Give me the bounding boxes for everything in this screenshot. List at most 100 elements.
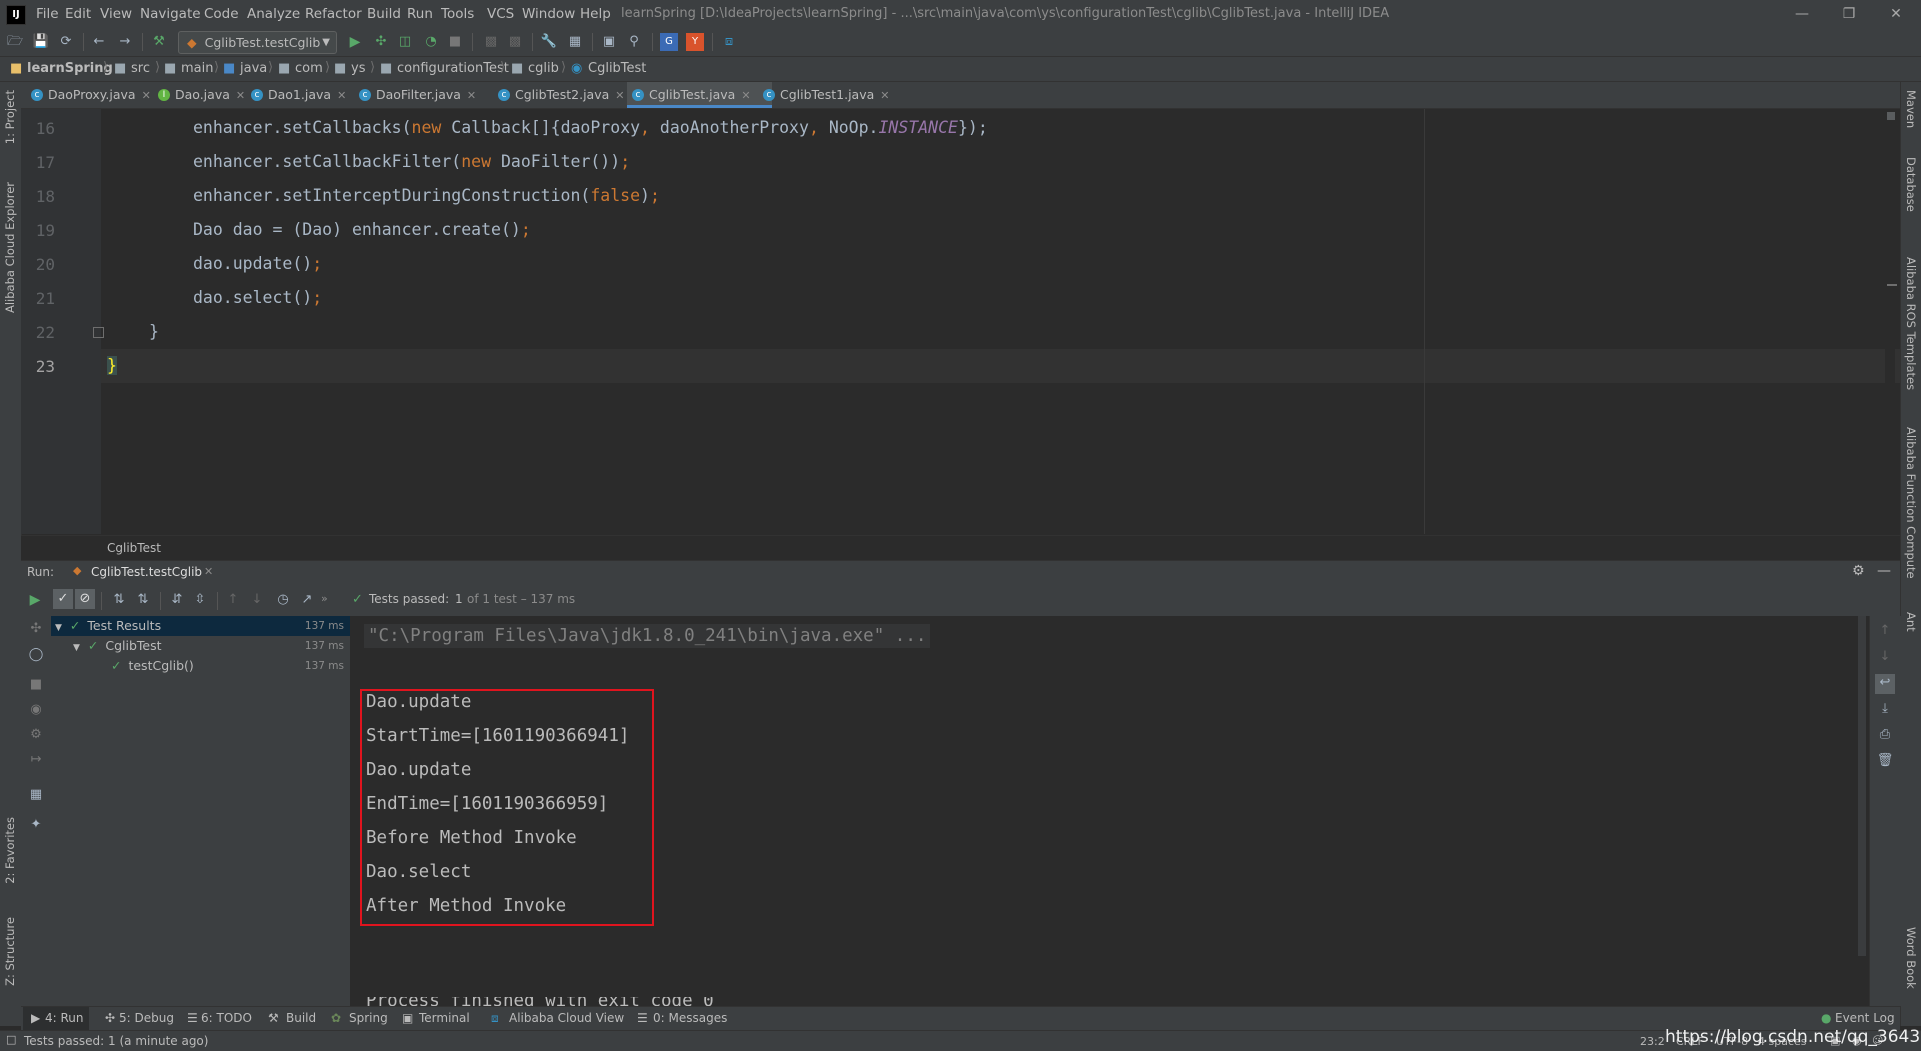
settings-wrench-icon[interactable]: 🔧 — [540, 33, 558, 51]
expand-arrow-icon[interactable]: ▼ — [55, 623, 62, 633]
menu-window[interactable]: Window — [522, 6, 575, 22]
expand-arrow-icon[interactable]: ▼ — [73, 643, 80, 653]
word-book-tool-button[interactable]: Word Book — [1904, 927, 1918, 989]
export-icon[interactable]: ↗ — [298, 591, 316, 609]
run-tab-label[interactable]: CglibTest.testCglib — [91, 565, 202, 579]
close-tab-icon[interactable]: ✕ — [880, 89, 889, 102]
show-passed-toggle[interactable]: ✓ — [53, 589, 73, 609]
close-tab-icon[interactable]: ✕ — [467, 89, 476, 102]
show-ignored-toggle[interactable]: ⊘ — [75, 589, 95, 609]
menu-analyze[interactable]: Analyze — [247, 6, 300, 22]
menu-file[interactable]: File — [36, 6, 59, 22]
save-icon[interactable]: 💾 — [32, 33, 50, 51]
close-tab-icon[interactable]: ✕ — [236, 89, 245, 102]
translate-icon[interactable]: G — [660, 33, 678, 51]
tab-daofilter[interactable]: c DaoFilter.java ✕ — [354, 82, 496, 108]
event-log-button[interactable]: Event Log — [1835, 1011, 1895, 1025]
close-tab-icon[interactable]: ✕ — [615, 89, 624, 102]
console-scrollbar[interactable] — [1858, 616, 1866, 956]
sync-icon[interactable]: ⟳ — [57, 33, 75, 51]
breadcrumb-src[interactable]: src — [131, 61, 150, 76]
menu-refactor[interactable]: Refactor — [305, 6, 362, 22]
tab-cglibtest2[interactable]: c CglibTest2.java ✕ — [493, 82, 645, 108]
stop-icon[interactable]: ■ — [446, 33, 464, 51]
menu-build[interactable]: Build — [367, 6, 401, 22]
bottom-tab-debug[interactable]: 5: Debug — [119, 1011, 174, 1025]
maven-tool-button[interactable]: Maven — [1904, 90, 1918, 128]
soft-wrap-icon[interactable]: ↩ — [1875, 674, 1895, 694]
close-tab-icon[interactable]: ✕ — [142, 89, 151, 102]
close-tab-icon[interactable]: ✕ — [337, 89, 346, 102]
menu-help[interactable]: Help — [580, 6, 611, 22]
back-icon[interactable]: ← — [90, 33, 108, 51]
console-command[interactable]: "C:\Program Files\Java\jdk1.8.0_241\bin\… — [364, 624, 931, 648]
editor-breadcrumb-label[interactable]: CglibTest — [107, 541, 161, 555]
editor-scrollbar[interactable] — [1885, 109, 1895, 534]
terminal-window-icon[interactable]: ▣ — [600, 33, 618, 51]
ant-tool-button[interactable]: Ant — [1904, 612, 1918, 632]
close-icon[interactable]: ✕ — [1876, 2, 1916, 26]
status-message[interactable]: Tests passed: 1 (a minute ago) — [24, 1034, 208, 1048]
tree-row-test-results[interactable]: ▼ ✓ Test Results 137 ms — [51, 616, 350, 636]
pin-icon[interactable]: ✦ — [27, 816, 45, 834]
menu-code[interactable]: Code — [204, 6, 239, 22]
camera-icon[interactable]: ◉ — [27, 701, 45, 719]
layout-icon[interactable]: ▦ — [27, 786, 45, 804]
favorites-tool-button[interactable]: 2: Favorites — [3, 817, 17, 884]
tab-cglibtest1[interactable]: c CglibTest1.java ✕ — [758, 82, 920, 108]
tree-row-cglibtest[interactable]: ▼ ✓ CglibTest 137 ms — [51, 636, 350, 656]
menu-edit[interactable]: Edit — [65, 6, 91, 22]
breadcrumb-main[interactable]: main — [181, 61, 213, 76]
forward-icon[interactable]: → — [116, 33, 134, 51]
tab-dao[interactable]: I Dao.java ✕ — [153, 82, 260, 108]
trash-icon[interactable]: 🗑 — [1876, 752, 1894, 770]
bottom-tab-build[interactable]: Build — [286, 1011, 316, 1025]
menu-vcs[interactable]: VCS — [487, 6, 514, 22]
vcs-update-icon[interactable]: ▩ — [482, 33, 500, 51]
bottom-tab-cloud-view[interactable]: Alibaba Cloud View — [509, 1011, 624, 1025]
breadcrumb-cglib[interactable]: cglib — [528, 61, 559, 76]
minimize-icon[interactable]: — — [1782, 2, 1822, 26]
caret-position[interactable]: 23:2 — [1640, 1035, 1665, 1048]
restore-icon[interactable]: ❐ — [1829, 2, 1869, 26]
collapse-all-icon[interactable]: ⇳ — [191, 591, 209, 609]
build-hammer-icon[interactable]: ⚒ — [150, 33, 168, 51]
tab-dao1[interactable]: c Dao1.java ✕ — [246, 82, 360, 108]
project-tool-button[interactable]: 1: Project — [3, 90, 17, 144]
gear-icon[interactable]: ⚙ — [1852, 563, 1865, 579]
menu-navigate[interactable]: Navigate — [140, 6, 201, 22]
code-editor[interactable]: 16 enhancer.setCallbacks(new Callback[]{… — [21, 109, 1901, 534]
next-failed-icon[interactable]: ↓ — [248, 591, 266, 609]
project-structure-icon[interactable]: ▦ — [566, 33, 584, 51]
profile-icon[interactable]: ◔ — [422, 33, 440, 51]
alibaba-cloud-icon[interactable]: ⧈ — [720, 33, 738, 51]
breadcrumb-cglibtest[interactable]: CglibTest — [588, 61, 646, 76]
vcs-commit-icon[interactable]: ▩ — [506, 33, 524, 51]
restore-layout-icon[interactable]: ◯ — [27, 646, 45, 664]
debug-icon[interactable]: ✣ — [372, 33, 390, 51]
ros-templates-tool-button[interactable]: Alibaba ROS Templates — [1904, 257, 1918, 390]
previous-failed-icon[interactable]: ↑ — [224, 591, 242, 609]
fold-marker-icon[interactable] — [93, 327, 104, 338]
menu-run[interactable]: Run — [407, 6, 433, 22]
menu-tools[interactable]: Tools — [441, 6, 474, 22]
inspection-indicator-icon[interactable] — [1887, 112, 1895, 120]
menu-view[interactable]: View — [100, 6, 132, 22]
open-icon[interactable]: 🗁 — [6, 33, 24, 51]
cloud-explorer-tool-button[interactable]: Alibaba Cloud Explorer — [3, 182, 17, 313]
close-run-tab-icon[interactable]: ✕ — [204, 565, 213, 578]
bottom-tab-messages[interactable]: 0: Messages — [653, 1011, 727, 1025]
up-arrow-icon[interactable]: ↑ — [1876, 622, 1894, 640]
status-panel-icon[interactable]: □ — [6, 1033, 16, 1046]
debug-icon[interactable]: ✣ — [27, 620, 45, 638]
breadcrumb-configurationtest[interactable]: configurationTest — [397, 61, 509, 76]
database-tool-button[interactable]: Database — [1904, 157, 1918, 212]
close-tab-icon[interactable]: ✕ — [741, 89, 750, 102]
function-compute-tool-button[interactable]: Alibaba Function Compute — [1904, 427, 1918, 579]
console-output[interactable]: "C:\Program Files\Java\jdk1.8.0_241\bin\… — [350, 616, 1869, 1006]
print-icon[interactable]: ⎙ — [1876, 726, 1894, 744]
exit-icon[interactable]: ↦ — [27, 751, 45, 769]
breadcrumb-java[interactable]: java — [240, 61, 267, 76]
down-arrow-icon[interactable]: ↓ — [1876, 648, 1894, 666]
stop-icon[interactable]: ■ — [27, 676, 45, 694]
